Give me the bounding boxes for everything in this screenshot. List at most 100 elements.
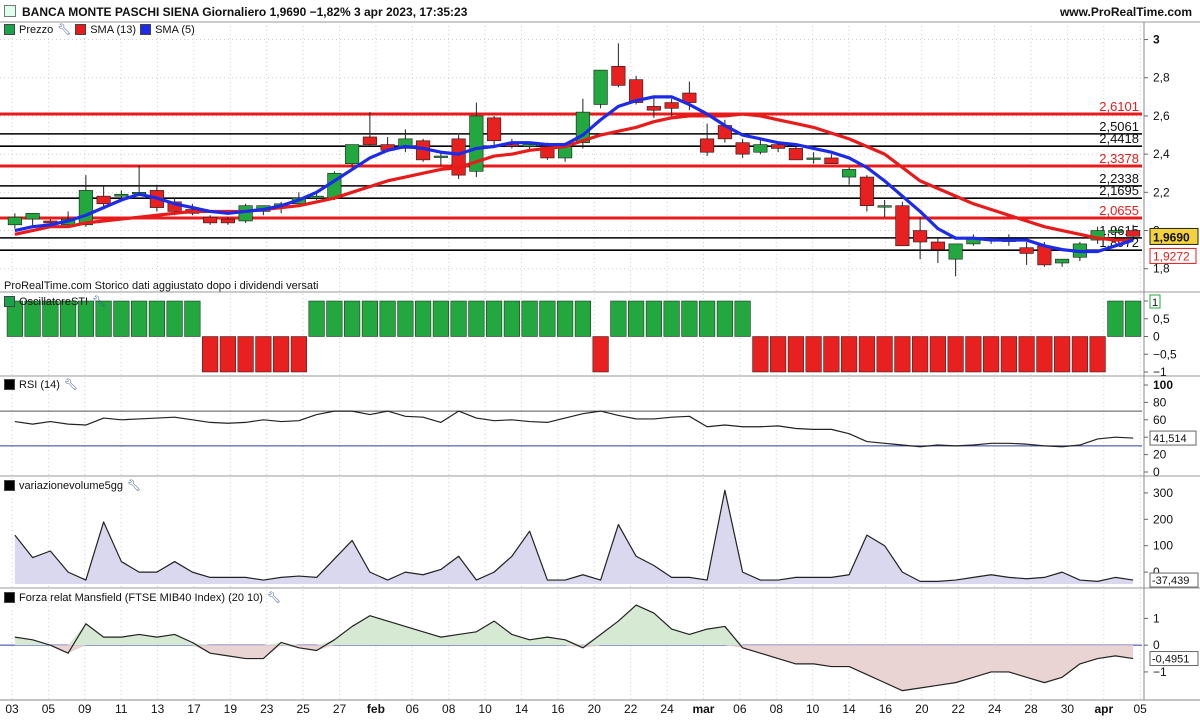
mansfield-legend-label[interactable]: Forza relat Mansfield (FTSE MIB40 Index)… (19, 592, 263, 604)
sti-bar (468, 300, 485, 337)
price-candle (487, 117, 502, 142)
price-legend-label[interactable]: Prezzo (19, 24, 53, 36)
vol-swatch (4, 480, 15, 491)
x-tick-label: 09 (78, 702, 92, 716)
price-candle (78, 190, 93, 226)
vol-tick-label: 200 (1153, 512, 1173, 526)
x-tick-label: 14 (515, 702, 529, 716)
level-label: 2,1695 (1099, 183, 1139, 198)
price-candle (859, 176, 874, 206)
sti-bar (752, 336, 769, 373)
sti-bar (805, 336, 822, 373)
sti-bar (379, 300, 396, 337)
x-tick-label: 24 (988, 702, 1002, 716)
sti-bar (734, 300, 751, 337)
sti-bar (894, 336, 911, 373)
sti-bar (1107, 300, 1124, 337)
vol-last-label: -37,439 (1152, 575, 1189, 587)
mansfield-positive-fill (14, 605, 1134, 646)
sti-bar (645, 300, 662, 337)
sti-bar (237, 336, 254, 373)
sti-last-label: 1 (1152, 297, 1158, 309)
price-tick-label: 2,2 (1153, 185, 1170, 199)
sti-bar (415, 300, 432, 337)
site-link[interactable]: www.ProRealTime.com (1060, 5, 1192, 19)
price-tick-label: 2,6 (1153, 109, 1170, 123)
sti-tick-label: −1 (1153, 365, 1167, 379)
sma13-line (14, 112, 1134, 242)
x-tick-label: 08 (770, 702, 784, 716)
wrench-icon[interactable]: 🔧︎ (92, 295, 106, 308)
vol-legend-label[interactable]: variazionevolume5gg (19, 480, 123, 492)
sti-bar (219, 336, 236, 373)
vol-area-fill (14, 490, 1134, 584)
price-tick-label: 3 (1153, 33, 1160, 47)
sti-bar (450, 300, 467, 337)
x-tick-label: 06 (406, 702, 420, 716)
level-label: 2,0655 (1099, 203, 1139, 218)
wrench-icon[interactable]: 🔧︎ (127, 479, 141, 492)
sma13-swatch (75, 24, 87, 35)
sti-bar (1000, 336, 1017, 373)
x-tick-label: 10 (806, 702, 820, 716)
sti-legend-label[interactable]: OscillatoreSTI (19, 296, 88, 308)
wrench-icon[interactable]: 🔧︎ (267, 591, 281, 604)
rsi-legend-label[interactable]: RSI (14) (19, 379, 60, 391)
mansfield-tick-label: 1 (1153, 611, 1160, 625)
sti-bar (983, 336, 1000, 373)
sma5-legend-label[interactable]: SMA (5) (155, 24, 195, 36)
price-candle (664, 102, 679, 109)
sti-bar (681, 300, 698, 337)
price-candle (646, 106, 661, 111)
sti-bar (841, 336, 858, 373)
x-tick-label: 24 (660, 702, 674, 716)
sma13-legend-label[interactable]: SMA (13) (90, 24, 136, 36)
sti-bar (1125, 300, 1142, 337)
sti-bar (273, 336, 290, 373)
sma5-swatch (140, 24, 152, 35)
sti-bar (1071, 336, 1088, 373)
price-candle (7, 216, 22, 226)
price-candle (203, 216, 218, 224)
window-icon[interactable] (4, 5, 16, 17)
last-price-label: 1,9690 (1153, 230, 1190, 244)
price-candle (309, 195, 324, 199)
rsi-line (14, 410, 1134, 448)
header-bar: BANCA MONTE PASCHI SIENA Giornaliero 1,9… (0, 0, 1200, 22)
price-candle (735, 142, 750, 155)
x-tick-label: 23 (260, 702, 274, 716)
sti-bar (823, 336, 840, 373)
x-tick-label: 16 (551, 702, 565, 716)
sti-bar (1054, 336, 1071, 373)
sti-bar (290, 336, 307, 373)
wrench-icon[interactable]: 🔧︎ (57, 23, 71, 36)
wrench-icon[interactable]: 🔧︎ (64, 378, 78, 391)
price-candle (788, 148, 803, 161)
price-candle (96, 195, 111, 205)
x-tick-label: 05 (42, 702, 56, 716)
sti-bar (202, 336, 219, 373)
sti-bar (131, 300, 148, 337)
sti-bar (255, 336, 272, 373)
x-tick-label: 08 (442, 702, 456, 716)
sti-bar (628, 300, 645, 337)
sti-bar (1089, 336, 1106, 373)
sti-bar (574, 300, 591, 337)
rsi-last-label: 41,514 (1153, 433, 1187, 445)
price-swatch (4, 24, 15, 35)
x-tick-label: 22 (624, 702, 638, 716)
rsi-tick-label: 0 (1153, 465, 1160, 479)
price-candle (700, 138, 715, 153)
mansfield-swatch (4, 592, 15, 603)
vol-tick-label: 100 (1153, 539, 1173, 553)
price-candle (220, 218, 235, 224)
x-tick-label: 11 (115, 702, 128, 716)
sti-tick-label: −0,5 (1153, 347, 1177, 361)
sti-bar (716, 300, 733, 337)
x-tick-label: 20 (588, 702, 602, 716)
sti-bar (858, 336, 875, 373)
sti-bar (592, 336, 609, 373)
price-tick-label: 2,8 (1153, 71, 1170, 85)
sti-bar (113, 300, 130, 337)
sti-bar (610, 300, 627, 337)
